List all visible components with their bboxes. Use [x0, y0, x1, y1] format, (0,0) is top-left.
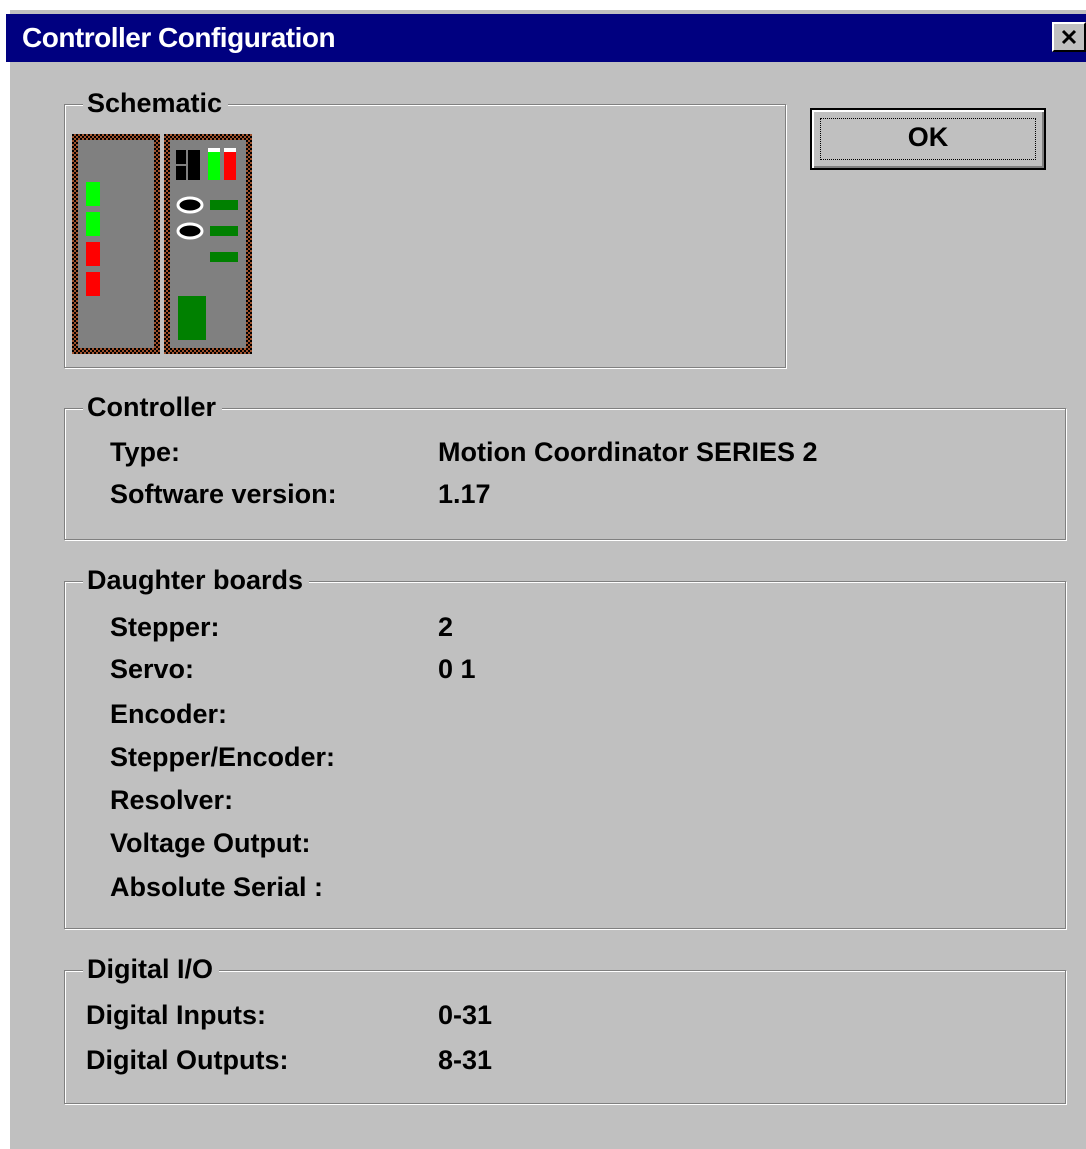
controller-schematic-icon	[72, 134, 252, 354]
controller-group: Controller	[64, 389, 1066, 540]
digital-inputs-value: 0-31	[438, 1000, 493, 1030]
green-block	[178, 296, 206, 340]
software-version-value: 1.17	[438, 479, 491, 509]
black-block-3	[176, 166, 186, 180]
led-red-2	[86, 272, 100, 296]
connector-1	[176, 196, 204, 214]
green-bar-1	[210, 200, 238, 210]
close-button[interactable]	[1052, 22, 1086, 52]
led-top-green	[208, 148, 220, 180]
green-bar-3	[210, 252, 238, 262]
window-title: Controller Configuration	[22, 22, 336, 53]
ok-button-label: OK	[907, 122, 949, 152]
digital-outputs-label: Digital Outputs:	[86, 1045, 289, 1075]
green-bar-2	[210, 226, 238, 236]
resolver-label: Resolver:	[110, 785, 234, 815]
controller-group-title: Controller	[83, 389, 223, 425]
schematic-group-title: Schematic	[83, 85, 229, 121]
software-version-label: Software version:	[110, 479, 337, 509]
stepper-value: 2	[438, 612, 454, 642]
stepper-encoder-label: Stepper/Encoder:	[110, 742, 336, 772]
led-top-white	[208, 148, 220, 152]
absolute-serial-label: Absolute Serial :	[110, 872, 324, 902]
stepper-label: Stepper:	[110, 612, 220, 642]
controller-type-value: Motion Coordinator SERIES 2	[438, 437, 818, 467]
led-red-1	[86, 242, 100, 266]
black-block-2	[188, 150, 200, 180]
black-block-1	[176, 150, 186, 164]
daughter-boards-group-title: Daughter boards	[83, 562, 310, 598]
digital-inputs-label: Digital Inputs:	[86, 1000, 266, 1030]
digital-io-group-title: Digital I/O	[83, 951, 220, 987]
connector-2	[176, 222, 204, 240]
voltage-output-label: Voltage Output:	[110, 828, 311, 858]
servo-value: 0 1	[438, 654, 476, 684]
encoder-label: Encoder:	[110, 699, 228, 729]
digital-outputs-value: 8-31	[438, 1045, 493, 1075]
led-green-2	[86, 212, 100, 236]
led-top-white-2	[224, 148, 236, 152]
digital-io-group: Digital I/O	[64, 951, 1066, 1104]
controller-type-label: Type:	[110, 437, 181, 467]
led-top-red	[224, 148, 236, 180]
servo-label: Servo:	[110, 654, 195, 684]
close-x-icon	[1061, 29, 1077, 45]
ok-button[interactable]: OK	[810, 108, 1046, 170]
led-green-1	[86, 182, 100, 206]
title-bar[interactable]: Controller Configuration	[6, 14, 1086, 62]
